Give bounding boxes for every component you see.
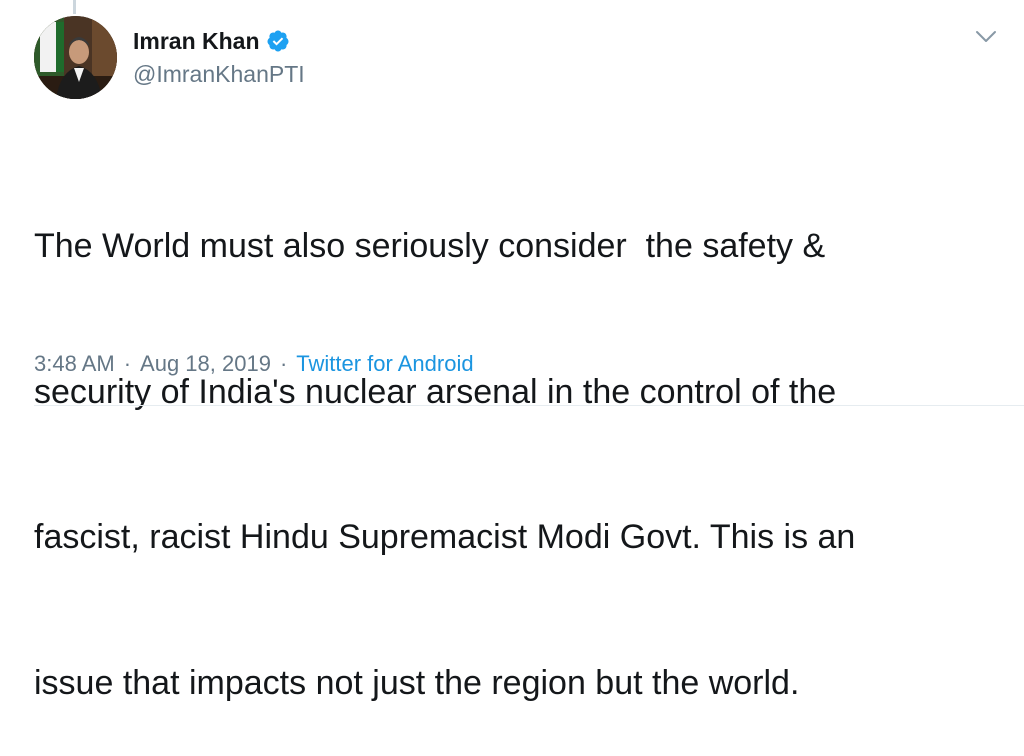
meta-separator: ·: [279, 351, 288, 376]
tweet-text: The World must also seriously consider t…: [34, 125, 994, 756]
author-name-row: Imran Khan: [133, 26, 305, 56]
divider: [34, 405, 1024, 406]
meta-separator: ·: [123, 351, 132, 376]
tweet-text-line: fascist, racist Hindu Supremacist Modi G…: [34, 518, 856, 556]
tweet-author[interactable]: Imran Khan @ImranKhanPTI: [133, 26, 305, 88]
avatar[interactable]: [34, 16, 117, 99]
tweet-text-line: The World must also seriously consider t…: [34, 227, 826, 265]
tweet-time[interactable]: 3:48 AM: [34, 351, 115, 377]
tweet-metadata: 3:48 AM · Aug 18, 2019 · Twitter for And…: [34, 351, 474, 377]
thread-connector-line: [73, 0, 76, 14]
tweet-source-link[interactable]: Twitter for Android: [296, 351, 473, 377]
chevron-down-icon[interactable]: [974, 28, 998, 46]
verified-badge-icon: [266, 29, 290, 53]
avatar-image: [34, 16, 117, 99]
author-handle[interactable]: @ImranKhanPTI: [133, 61, 305, 88]
tweet-text-line: issue that impacts not just the region b…: [34, 663, 800, 702]
author-display-name[interactable]: Imran Khan: [133, 28, 260, 55]
tweet-date[interactable]: Aug 18, 2019: [140, 351, 271, 377]
